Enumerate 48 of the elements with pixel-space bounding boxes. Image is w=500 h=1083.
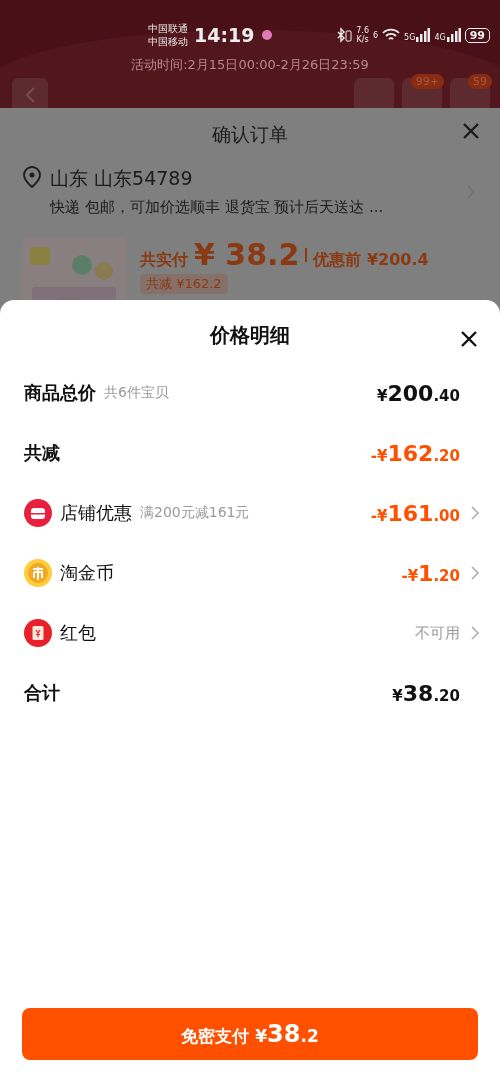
row-amount: -¥162.20 bbox=[370, 440, 460, 466]
back-button[interactable] bbox=[12, 78, 48, 108]
delivery-info: 快递 包邮，可加价选顺丰 退货宝 预计后天送达 ... bbox=[50, 198, 385, 217]
back-icon bbox=[24, 86, 36, 104]
chevron-icon[interactable] bbox=[468, 505, 482, 521]
wifi-icon bbox=[382, 28, 401, 42]
bluetooth-icon bbox=[336, 27, 353, 43]
panel-title: 价格明细 bbox=[210, 323, 290, 347]
row-label: 共减 bbox=[24, 441, 60, 465]
location-pin-icon bbox=[22, 166, 42, 188]
row-label: 红包 bbox=[60, 621, 96, 645]
network-type: 5G bbox=[404, 33, 416, 42]
signal-icon bbox=[446, 28, 461, 42]
row-label: 商品总价 bbox=[24, 381, 96, 405]
row-amount[interactable]: -¥161.00 bbox=[370, 500, 460, 526]
row-label: 店铺优惠 bbox=[60, 501, 132, 525]
chevron-icon[interactable] bbox=[468, 565, 482, 581]
row-amount: ¥38.20 bbox=[392, 680, 460, 706]
row-label: 合计 bbox=[24, 681, 60, 705]
saved-amount[interactable]: 共减 ¥162.2 bbox=[140, 274, 228, 294]
close-icon[interactable] bbox=[460, 330, 478, 348]
row-amount: ¥200.40 bbox=[377, 380, 460, 406]
pay-button[interactable]: 免密支付 ¥38.2 bbox=[22, 1008, 478, 1060]
notification-dot bbox=[262, 30, 273, 40]
clock-time: 14:19 bbox=[194, 24, 255, 46]
row-note: 共6件宝贝 bbox=[104, 384, 169, 402]
paid-label: 共实付 bbox=[140, 250, 188, 271]
row-amount[interactable]: 不可用 bbox=[415, 623, 460, 643]
network-type: 4G bbox=[434, 33, 446, 42]
envelope-icon bbox=[24, 619, 52, 647]
activity-time: 活动时间:2月15日00:00-2月26日23:59 bbox=[130, 56, 370, 74]
carrier-name: 中国联通 bbox=[148, 22, 188, 35]
address-text: 山东 山东54789 bbox=[50, 166, 194, 191]
network-speed: 7.6 bbox=[356, 26, 369, 35]
sheet-title: 确认订单 bbox=[212, 123, 288, 145]
row-label: 淘金币 bbox=[60, 561, 114, 585]
row-note: 满200元减161元 bbox=[140, 504, 250, 522]
carrier-name: 中国移动 bbox=[148, 35, 188, 48]
shop-icon bbox=[24, 499, 52, 527]
paid-amount: ¥ 38.2 bbox=[194, 237, 300, 272]
row-amount[interactable]: -¥1.20 bbox=[401, 560, 460, 586]
speed-unit: K/s bbox=[356, 35, 369, 44]
chevron-icon[interactable] bbox=[468, 625, 482, 641]
original-price: 优惠前 ¥200.4 bbox=[313, 250, 429, 271]
wifi-label: 6 bbox=[373, 30, 379, 40]
coin-icon bbox=[24, 559, 52, 587]
battery-level: 99 bbox=[464, 27, 490, 43]
signal-icon bbox=[416, 28, 431, 42]
